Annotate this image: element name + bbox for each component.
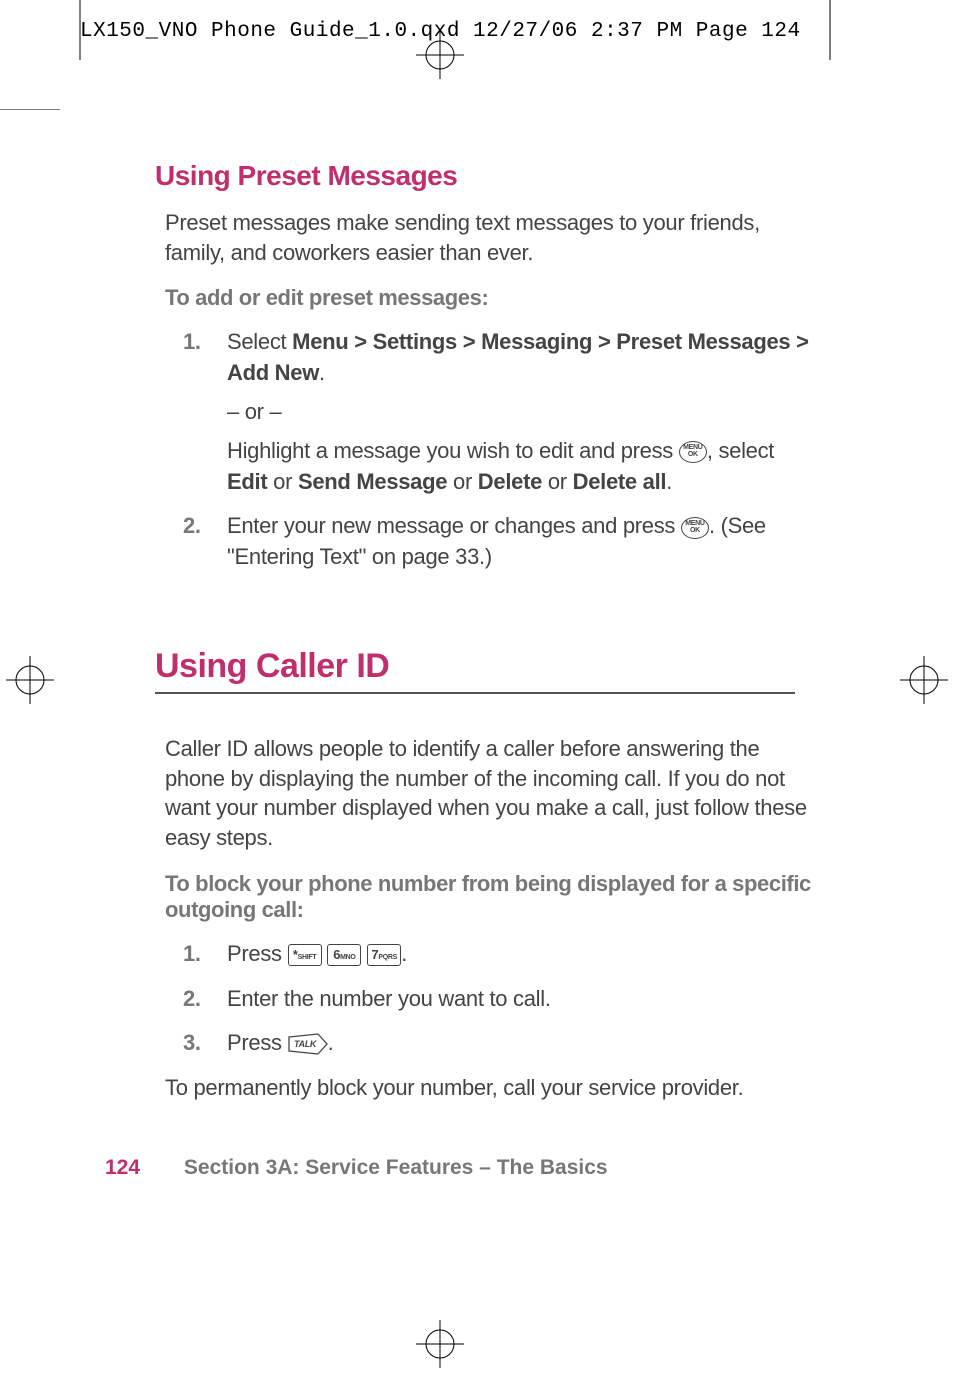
menu-path-bold: Menu > Settings > Messaging > Preset Mes… [227,329,809,385]
step-number: 2. [183,511,201,542]
step-text: Press [227,1030,288,1055]
step-2-2: 2. Enter the number you want to call. [183,984,815,1015]
steps-list-1: 1. Select Menu > Settings > Messaging > … [183,327,815,573]
step-1-1: 1. Select Menu > Settings > Messaging > … [183,327,815,497]
steps-list-2: 1. Press *SHIFT 6MNO 7PQRS. 2. Enter the… [183,939,815,1059]
step-text: Enter the number you want to call. [227,986,551,1011]
step-2-3: 3. Press TALK . [183,1028,815,1059]
step-1-2: 2. Enter your new message or changes and… [183,511,815,573]
section-label: Section 3A: Service Features – The Basic… [184,1156,608,1179]
intro-paragraph-1: Preset messages make sending text messag… [165,208,815,267]
seven-key-icon: 7PQRS [367,944,401,966]
step-text: Press [227,941,288,966]
page-number: 124 [105,1156,140,1179]
step-number: 1. [183,327,201,358]
step-2-1: 1. Press *SHIFT 6MNO 7PQRS. [183,939,815,970]
step-text: Select [227,329,292,354]
step-alt-text: Highlight a message you wish to edit and… [227,438,679,463]
star-key-icon: *SHIFT [288,944,322,966]
heading-rule [155,692,795,694]
or-separator: – or – [227,397,815,428]
lead-add-edit: To add or edit preset messages: [165,285,815,311]
step-number: 2. [183,984,201,1015]
heading-preset-messages: Using Preset Messages [155,160,815,192]
lead-block-number: To block your phone number from being di… [165,871,815,923]
menu-ok-key-icon: MENUOK [679,441,707,463]
svg-text:TALK: TALK [294,1039,318,1049]
step-text: Enter your new message or changes and pr… [227,513,681,538]
intro-paragraph-2: Caller ID allows people to identify a ca… [165,734,815,853]
menu-ok-key-icon: MENUOK [681,517,709,539]
six-key-icon: 6MNO [327,944,361,966]
page-footer: 124 Section 3A: Service Features – The B… [105,1156,608,1180]
step-number: 3. [183,1028,201,1059]
step-number: 1. [183,939,201,970]
print-header: LX150_VNO Phone Guide_1.0.qxd 12/27/06 2… [80,20,801,43]
closing-paragraph: To permanently block your number, call y… [165,1073,815,1103]
heading-caller-id: Using Caller ID [155,647,815,686]
talk-key-icon: TALK [288,1033,328,1055]
